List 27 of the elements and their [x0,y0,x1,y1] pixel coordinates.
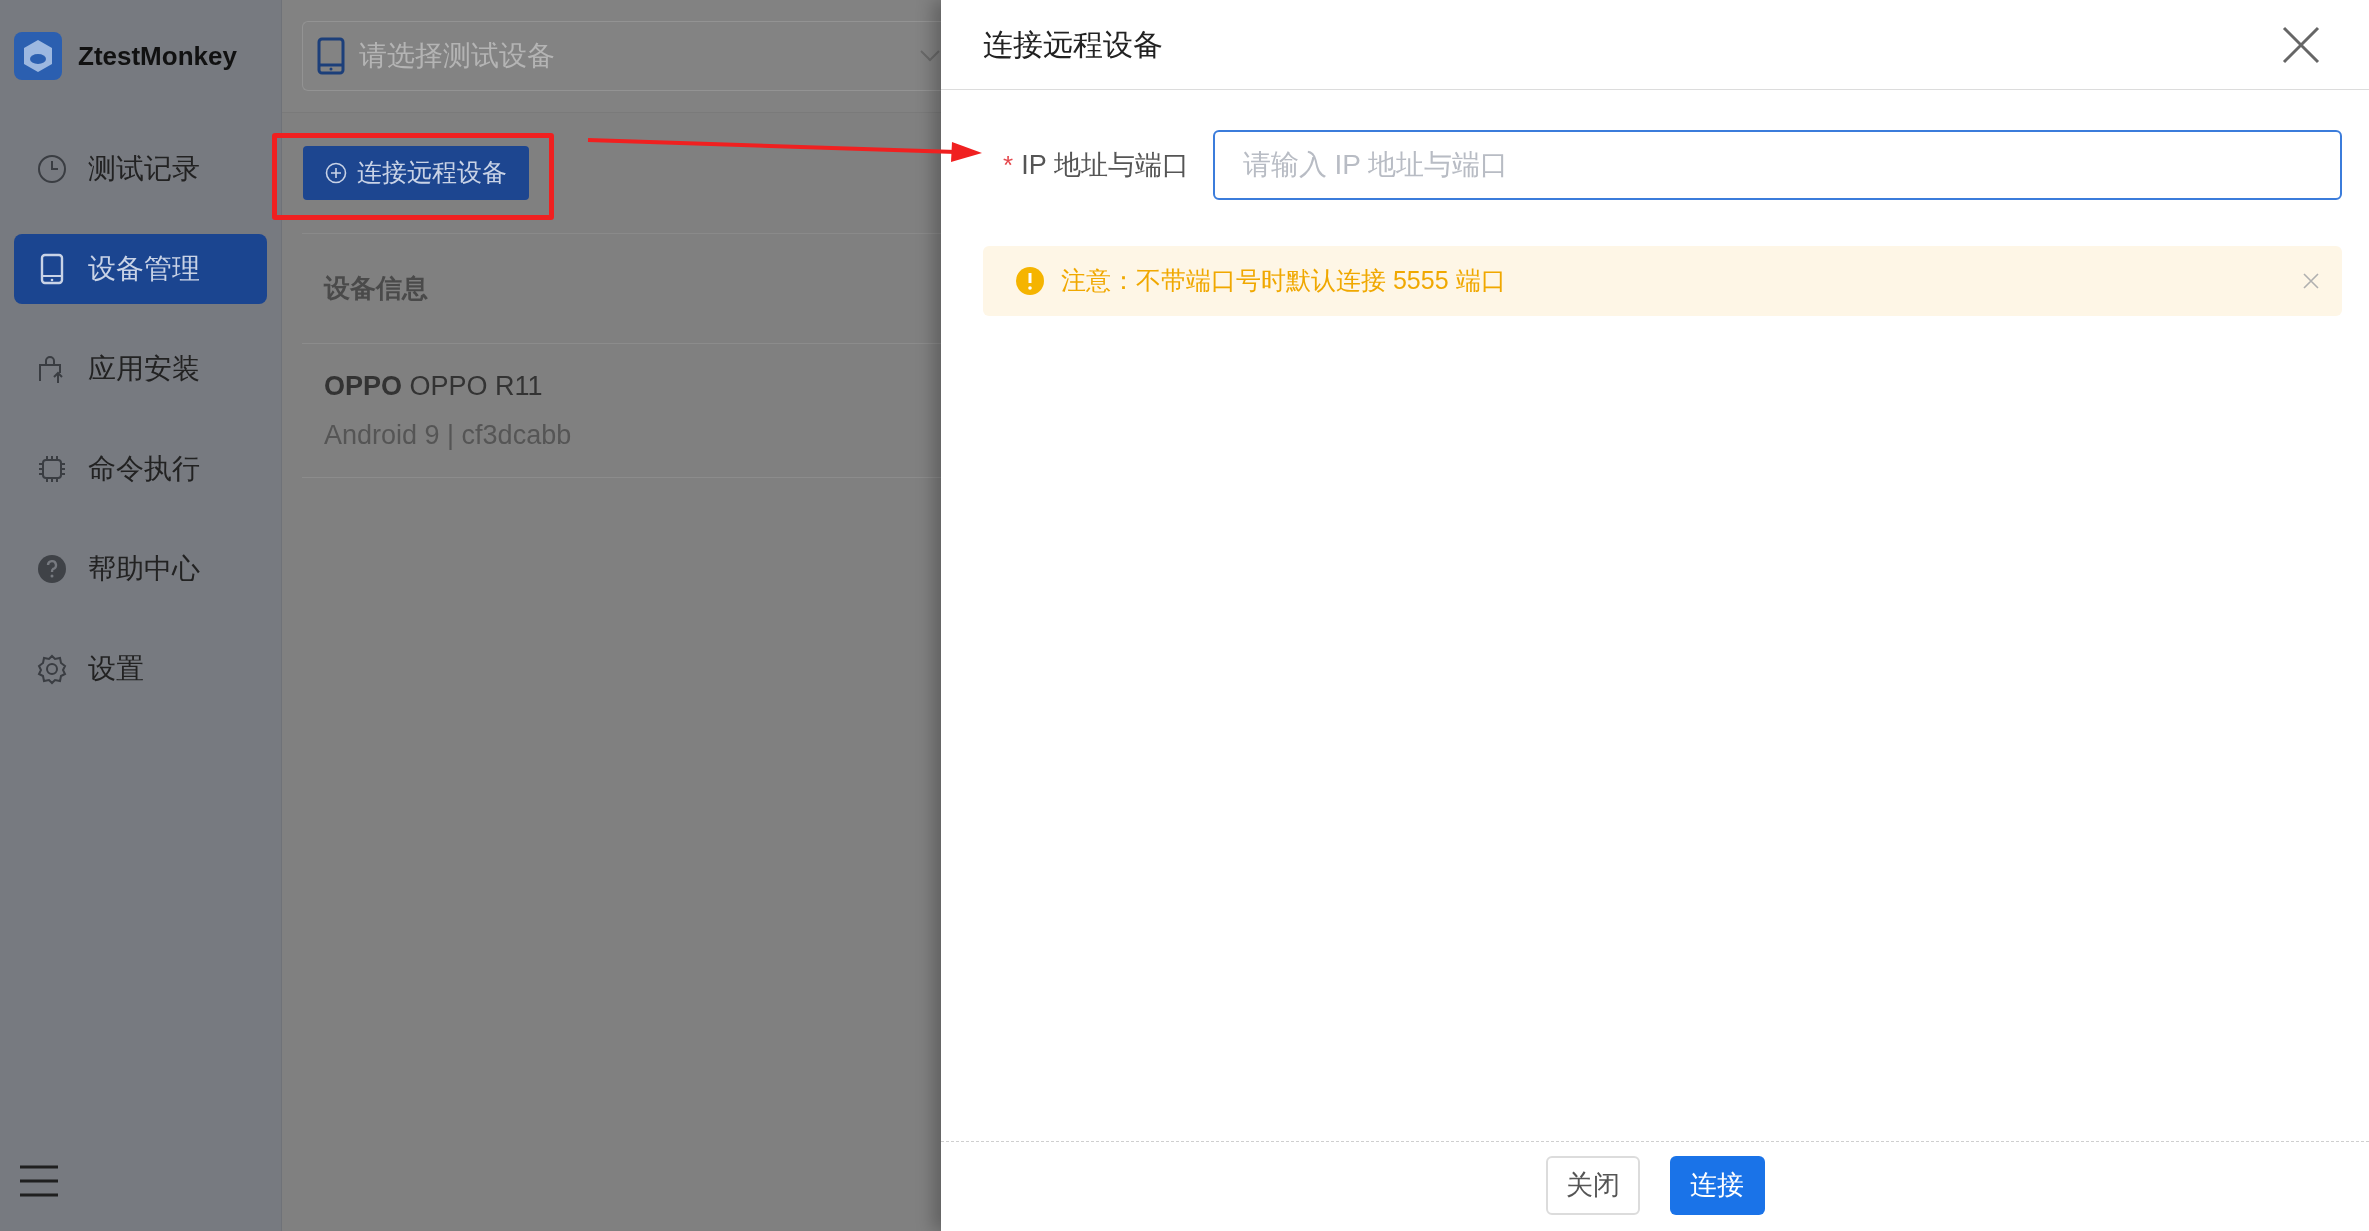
tablet-icon [317,37,345,75]
sidebar-item[interactable]: 设备管理 [14,234,267,304]
sidebar-item[interactable]: 命令执行 [14,434,267,504]
sidebar-item[interactable]: 测试记录 [14,134,267,204]
dialog-title: 连接远程设备 [983,27,1163,63]
required-mark: * [1003,148,1014,182]
chip-icon [36,453,68,485]
close-button[interactable]: 关闭 [1545,1156,1640,1215]
ip-input-field[interactable]: 请输入 IP 地址与端口 [1212,130,2342,200]
sidebar-item[interactable]: 设置 [14,634,267,704]
plus-circle-icon [325,162,347,184]
logo-icon [14,32,62,80]
connect-remote-button[interactable]: 连接远程设备 [303,146,529,200]
help-icon [36,553,68,585]
connect-button[interactable]: 连接 [1669,1156,1765,1215]
chevron-down-icon [919,49,941,63]
device-name: OPPO OPPO R11 [324,370,544,403]
warning-icon [1015,266,1045,296]
field-label: IP 地址与端口 [1021,148,1189,182]
sidebar-item[interactable]: 帮助中心 [14,534,267,604]
app-title: ZtestMonkey [78,39,237,73]
alert-text: 注意：不带端口号时默认连接 5555 端口 [1061,265,1506,297]
close-icon[interactable] [2281,24,2321,65]
clock-icon [36,153,68,185]
settings-icon [36,653,68,685]
sidebar-item[interactable]: 应用安装 [14,334,267,404]
menu-icon[interactable] [18,1163,60,1199]
